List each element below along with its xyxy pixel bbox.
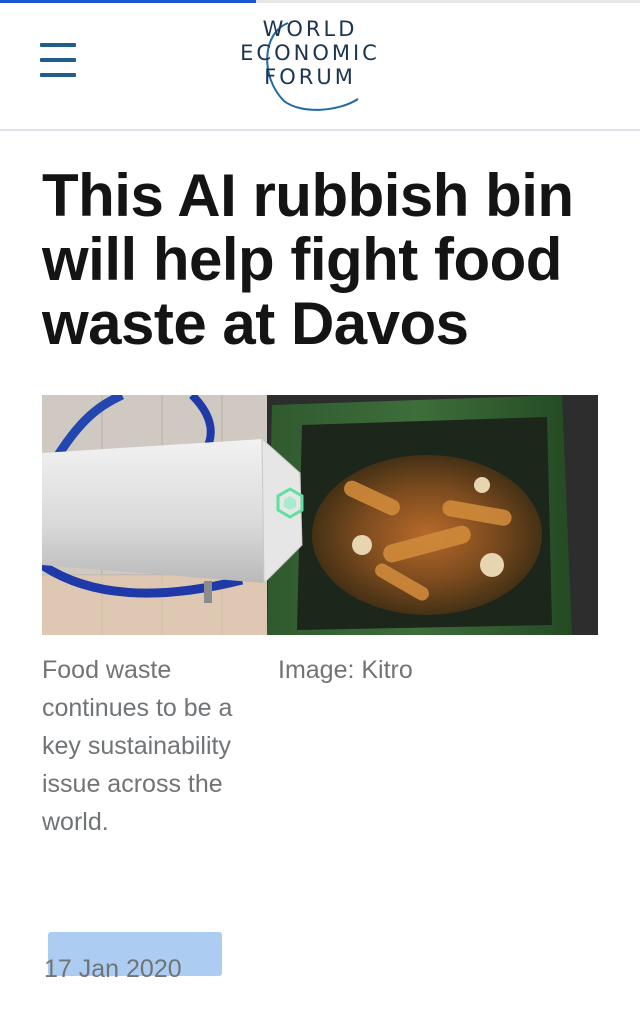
image-caption: Food waste continues to be a key sustain… <box>42 656 233 836</box>
article-title: This AI rubbish bin will help fight food… <box>42 162 574 357</box>
image-credit: Image: Kitro <box>278 656 413 684</box>
logo-line-3: FORUM <box>264 65 356 89</box>
logo-line-2: ECONOMIC <box>240 41 380 65</box>
hero-image-illustration <box>42 395 598 635</box>
article-hero-image[interactable] <box>42 395 598 635</box>
site-header: WORLD ECONOMIC FORUM <box>0 3 640 131</box>
article-date: 17 Jan 2020 <box>44 955 182 983</box>
logo-line-1: WORLD <box>262 17 358 41</box>
hamburger-menu-icon[interactable] <box>40 43 76 77</box>
wef-logo[interactable]: WORLD ECONOMIC FORUM <box>222 15 398 115</box>
